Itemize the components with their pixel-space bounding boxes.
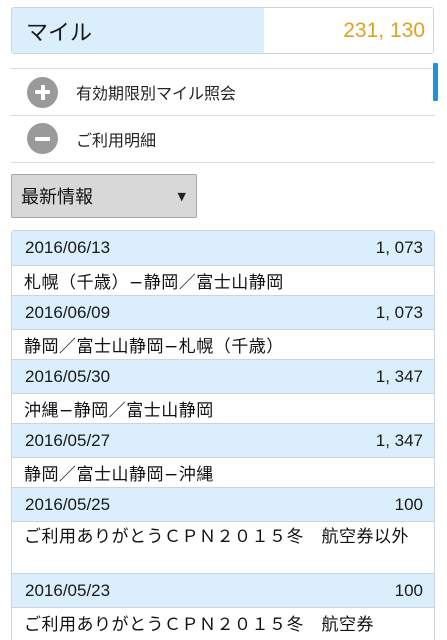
miles-label: マイル	[12, 8, 264, 53]
transaction-miles: 1, 347	[375, 430, 423, 450]
minus-circle-icon[interactable]	[27, 123, 58, 154]
transaction-description: ご利用ありがとうＣＰＮ２０１５冬 航空券	[12, 607, 434, 637]
menu-item-expiry-miles[interactable]: 有効期限別マイル照会	[11, 68, 435, 116]
transaction-miles: 1, 073	[375, 238, 423, 257]
transaction-date: 2016/06/13	[25, 238, 111, 257]
transaction-description: 静岡／富士山静岡−沖縄	[12, 457, 434, 487]
transaction-header: 2016/06/09 1, 073	[12, 295, 434, 329]
transaction-description: 静岡／富士山静岡−札幌（千歳）	[12, 329, 434, 359]
scrollbar[interactable]	[433, 63, 438, 101]
transaction-date: 2016/05/27	[25, 430, 111, 450]
transaction-header: 2016/05/30 1, 347	[12, 359, 434, 393]
menu-item-label: ご利用明細	[76, 130, 157, 150]
transaction-list: 2016/06/13 1, 073 札幌（千歳）−静岡／富士山静岡 2016/0…	[11, 230, 435, 640]
filter-select[interactable]: 最新情報 ▼	[11, 174, 197, 218]
transaction-header: 2016/05/23 100	[12, 573, 434, 607]
transaction-date: 2016/05/23	[25, 580, 111, 600]
transaction-header: 2016/06/13 1, 073	[12, 231, 434, 265]
dropdown-arrow-icon: ▼	[177, 189, 186, 203]
transaction-header: 2016/05/25 100	[12, 487, 434, 521]
transaction-miles: 1, 073	[375, 302, 423, 322]
transaction-description: ご利用ありがとうＣＰＮ２０１５冬 航空券以外	[12, 521, 434, 573]
transaction-header: 2016/05/27 1, 347	[12, 423, 434, 457]
transaction-date: 2016/05/25	[25, 494, 111, 514]
miles-value: 231, 130	[264, 8, 433, 53]
menu-item-usage-details[interactable]: ご利用明細	[11, 115, 435, 163]
plus-circle-icon[interactable]	[27, 76, 58, 108]
menu-item-label: 有効期限別マイル照会	[76, 84, 237, 103]
transaction-miles: 100	[394, 494, 423, 514]
transaction-miles: 1, 347	[375, 366, 423, 386]
transaction-description: 沖縄−静岡／富士山静岡	[12, 393, 434, 423]
transaction-date: 2016/06/09	[25, 302, 111, 322]
transaction-description: 札幌（千歳）−静岡／富士山静岡	[12, 265, 434, 295]
transaction-date: 2016/05/30	[25, 366, 111, 386]
transaction-miles: 100	[394, 580, 423, 600]
filter-selected-value: 最新情報	[21, 187, 93, 208]
miles-summary: マイル 231, 130	[11, 7, 434, 54]
